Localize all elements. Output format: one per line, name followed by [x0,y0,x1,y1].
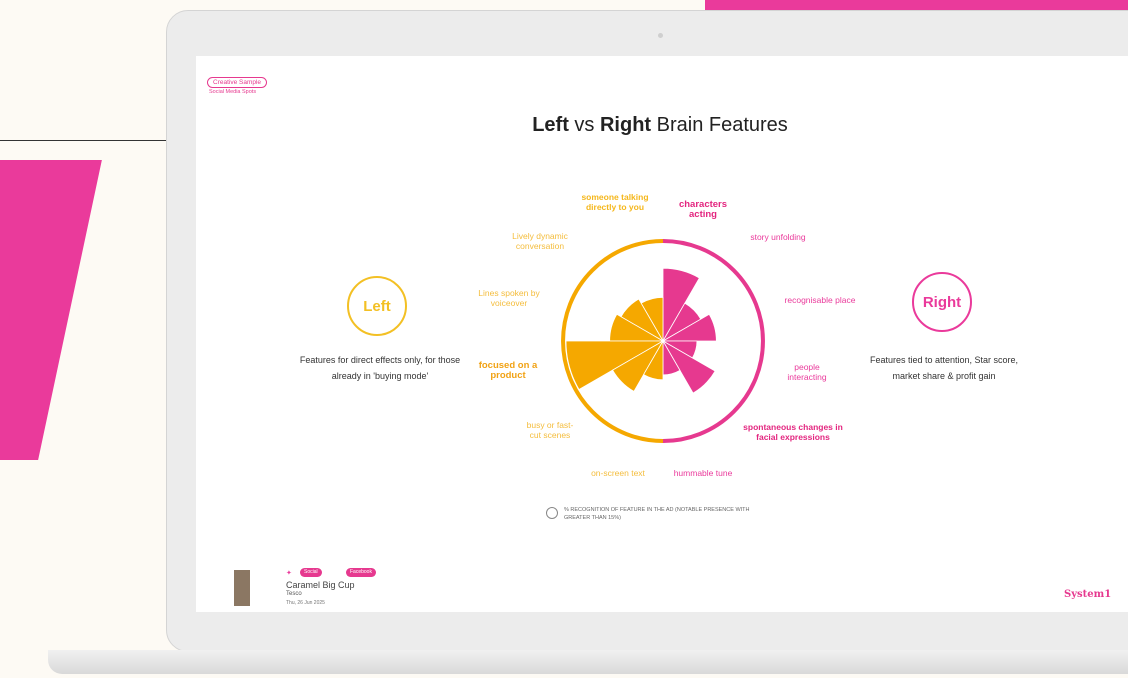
system1-logo[interactable]: System1 [1064,589,1111,600]
page-title: Left vs Right Brain Features [196,114,1124,137]
facebook-tag[interactable]: Facebook [346,568,376,577]
creative-sample-tag-wrap: Creative Sample [207,71,268,89]
title-vs: vs [568,114,600,136]
label-characters-acting: characters acting [678,199,728,220]
legend-text: % RECOGNITION OF FEATURE IN THE AD (NOTA… [564,507,750,521]
camera-icon [658,33,663,38]
right-brain-badge: Right [912,272,972,332]
title-tail: Brain Features [651,114,788,136]
pink-accent-shape-left [0,160,102,460]
label-recognisable-place: recognisable place [784,295,856,305]
ad-thumbnail[interactable] [234,570,250,606]
label-story-unfolding: story unfolding [750,232,806,242]
label-facial-expressions: spontaneous changes in facial expression… [743,422,843,442]
label-on-screen-text: on-screen text [591,468,645,478]
left-description: Features for direct effects only, for th… [299,355,461,381]
title-left: Left [532,114,569,136]
creative-sample-tag[interactable]: Creative Sample [207,77,268,88]
title-right: Right [599,114,652,136]
slide-screen: Creative Sample Social Media Spots Left … [196,56,1128,612]
chart-legend: % RECOGNITION OF FEATURE IN THE AD (NOTA… [546,506,764,522]
label-someone-talking: someone talking directly to you [581,192,649,212]
laptop-base [48,650,1128,674]
flag-icon: ✦ [286,570,292,577]
label-voiceover: Lines spoken by voiceover [478,288,540,308]
label-people-interacting: people interacting [787,362,827,382]
legend-circle-icon [546,507,558,519]
social-media-link[interactable]: Social Media Spots [209,89,256,95]
label-hummable-tune: hummable tune [673,468,733,478]
divider-line [0,140,166,141]
left-brain-badge: Left [347,276,407,336]
label-product-focus: focused on a product [478,360,538,381]
label-dynamic-conversation: Lively dynamic conversation [512,231,568,251]
polar-area-chart [561,239,765,443]
ad-brand: Tesco [286,591,302,597]
right-description: Features tied to attention, Star score, … [869,355,1019,381]
social-video-tag[interactable]: Social Video [300,568,322,584]
ad-title: Caramel Big Cup [286,580,355,590]
label-fast-cut-scenes: busy or fast-cut scenes [526,420,574,440]
ad-date: Thu, 26 Jun 2025 [286,600,325,606]
